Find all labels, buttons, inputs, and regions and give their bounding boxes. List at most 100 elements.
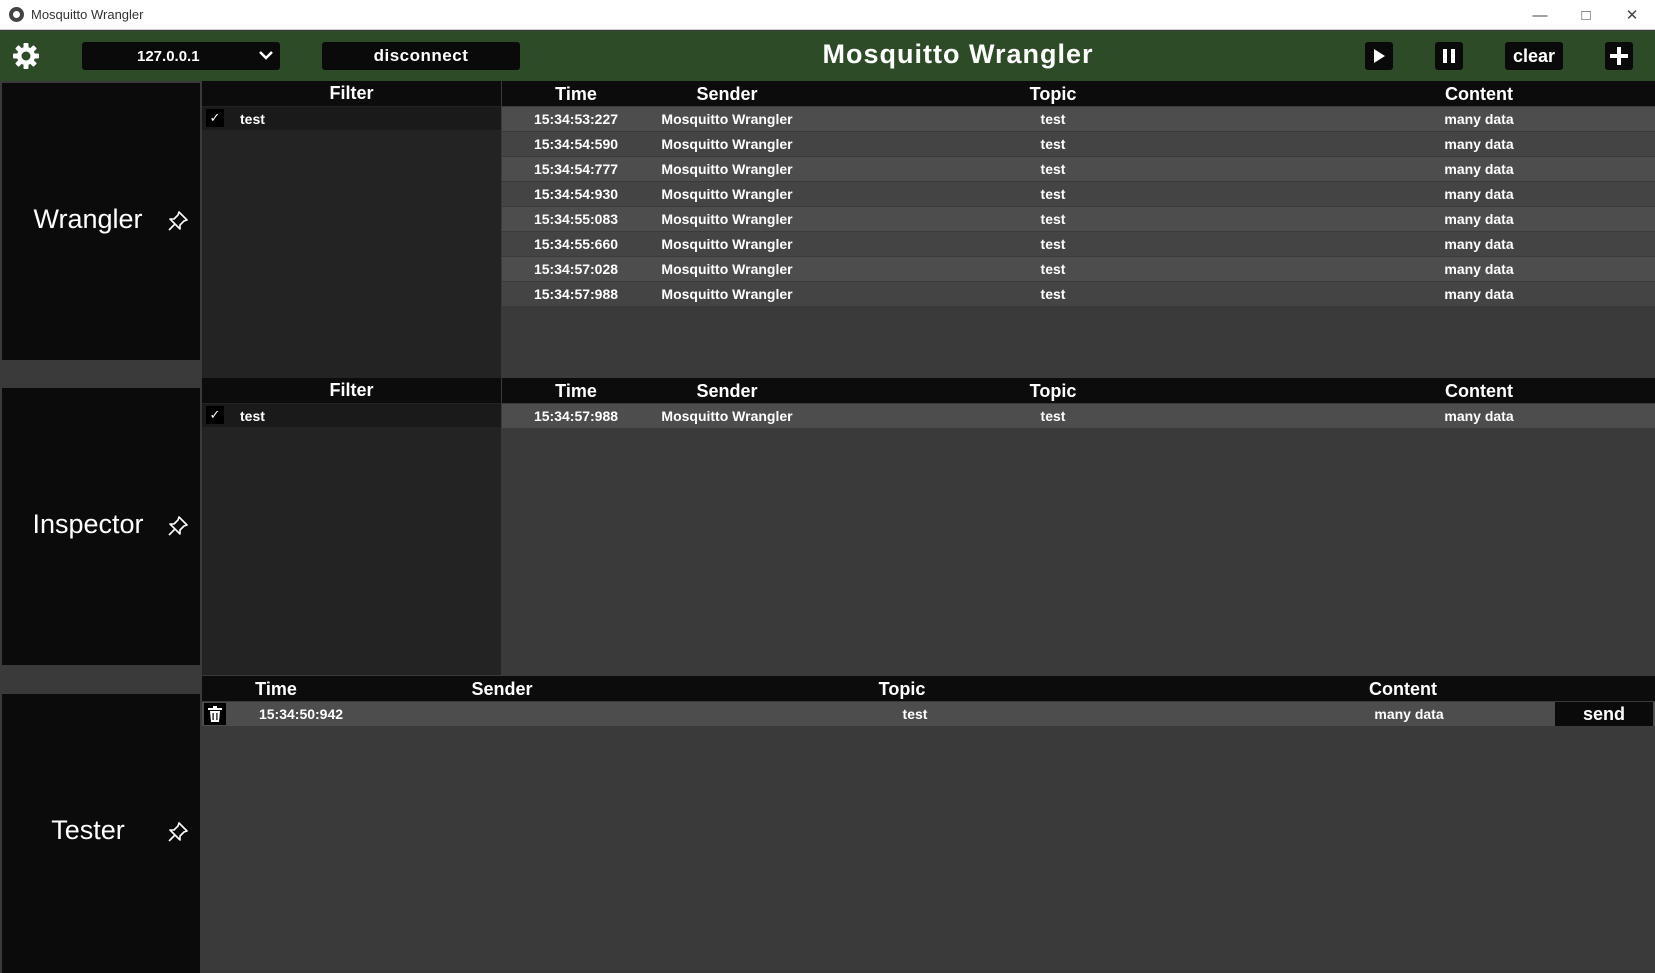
cell-sender: Mosquitto Wrangler bbox=[661, 261, 793, 277]
column-header-topic[interactable]: Topic bbox=[1030, 84, 1077, 105]
pin-icon[interactable] bbox=[167, 821, 189, 843]
cell-sender: Mosquitto Wrangler bbox=[661, 136, 793, 152]
side-tab-tester[interactable]: Tester bbox=[2, 694, 200, 973]
cell-content: many data bbox=[1444, 161, 1514, 177]
table-row[interactable]: 15:34:53:227 Mosquitto Wrangler test man… bbox=[502, 107, 1655, 131]
chevron-down-icon bbox=[259, 51, 273, 60]
column-header-time: Time bbox=[255, 679, 297, 699]
filter-name: test bbox=[240, 408, 265, 424]
table-row[interactable]: 15:34:57:988 Mosquitto Wrangler test man… bbox=[502, 404, 1655, 428]
column-header-topic: Topic bbox=[878, 679, 926, 699]
page-title: Mosquitto Wrangler bbox=[822, 39, 1094, 69]
cell-content: many data bbox=[1444, 286, 1514, 302]
cell-content: many data bbox=[1444, 111, 1514, 127]
cell-topic: test bbox=[1040, 261, 1066, 277]
pin-icon[interactable] bbox=[167, 515, 189, 537]
play-icon bbox=[1374, 49, 1385, 63]
side-tab-label: Wrangler bbox=[33, 204, 143, 234]
side-tab-label: Tester bbox=[51, 815, 125, 845]
filter-item[interactable]: ✓ test bbox=[202, 107, 501, 130]
close-icon[interactable]: ✕ bbox=[1609, 0, 1655, 30]
cell-time: 15:34:53:227 bbox=[533, 111, 619, 127]
cell-topic: test bbox=[1040, 211, 1066, 227]
cell-time: 15:34:57:988 bbox=[533, 286, 619, 302]
side-tab-label: Inspector bbox=[32, 509, 144, 539]
window-titlebar: Mosquitto Wrangler — □ ✕ bbox=[0, 0, 1655, 30]
tester-panel: Time Sender Topic Content 15:34:50:942 t… bbox=[202, 676, 1655, 973]
table-row[interactable]: 15:34:57:988 Mosquitto Wrangler test man… bbox=[502, 282, 1655, 306]
tester-table-header: Time Sender Topic Content bbox=[202, 676, 1655, 701]
cell-content: many data bbox=[1444, 136, 1514, 152]
table-row[interactable]: 15:34:55:083 Mosquitto Wrangler test man… bbox=[502, 207, 1655, 231]
cell-time: 15:34:54:777 bbox=[533, 161, 619, 177]
tester-topic-field[interactable]: test bbox=[903, 706, 928, 722]
column-header-content[interactable]: Content bbox=[1445, 381, 1513, 402]
add-button[interactable] bbox=[1605, 42, 1633, 70]
cell-topic: test bbox=[1040, 286, 1066, 302]
cell-sender: Mosquitto Wrangler bbox=[661, 286, 793, 302]
filter-header: Filter bbox=[202, 81, 501, 106]
side-tab-wrangler[interactable]: Wrangler bbox=[2, 83, 200, 360]
cell-content: many data bbox=[1444, 261, 1514, 277]
play-button[interactable] bbox=[1365, 42, 1393, 70]
side-tab-inspector[interactable]: Inspector bbox=[2, 388, 200, 665]
filter-checkbox[interactable]: ✓ bbox=[206, 109, 224, 127]
cell-time: 15:34:54:930 bbox=[533, 186, 619, 202]
app-logo-icon bbox=[9, 7, 24, 22]
pin-icon[interactable] bbox=[167, 210, 189, 232]
filter-checkbox[interactable]: ✓ bbox=[206, 406, 224, 424]
broker-address-value: 127.0.0.1 bbox=[137, 48, 200, 65]
table-row[interactable]: 15:34:54:930 Mosquitto Wrangler test man… bbox=[502, 182, 1655, 206]
cell-topic: test bbox=[1040, 186, 1066, 202]
column-header-time[interactable]: Time bbox=[555, 381, 597, 402]
table-row[interactable]: 15:34:57:028 Mosquitto Wrangler test man… bbox=[502, 257, 1655, 281]
tester-time-field[interactable]: 15:34:50:942 bbox=[259, 706, 343, 722]
column-header-topic[interactable]: Topic bbox=[1030, 381, 1077, 402]
wrangler-message-panel: Time Sender Topic Content 15:34:53:227 M… bbox=[502, 81, 1655, 378]
cell-time: 15:34:55:660 bbox=[533, 236, 619, 252]
message-table-header: Time Sender Topic Content bbox=[502, 81, 1655, 106]
wrangler-filter-panel: Filter ✓ test bbox=[202, 81, 501, 378]
cell-sender: Mosquitto Wrangler bbox=[661, 161, 793, 177]
table-row[interactable]: 15:34:54:777 Mosquitto Wrangler test man… bbox=[502, 157, 1655, 181]
toolbar: 127.0.0.1 disconnect Mosquitto Wrangler … bbox=[0, 31, 1655, 81]
broker-address-select[interactable]: 127.0.0.1 bbox=[82, 42, 280, 70]
cell-sender: Mosquitto Wrangler bbox=[661, 236, 793, 252]
cell-topic: test bbox=[1040, 136, 1066, 152]
maximize-icon[interactable]: □ bbox=[1563, 0, 1609, 30]
tester-content-field[interactable]: many data bbox=[1374, 706, 1443, 722]
cell-topic: test bbox=[1040, 111, 1066, 127]
column-header-sender[interactable]: Sender bbox=[696, 381, 757, 402]
column-header-content: Content bbox=[1369, 679, 1437, 699]
plus-icon bbox=[1610, 47, 1628, 65]
filter-item[interactable]: ✓ test bbox=[202, 404, 501, 427]
window-title: Mosquitto Wrangler bbox=[31, 7, 144, 22]
cell-time: 15:34:57:028 bbox=[533, 261, 619, 277]
inspector-message-panel: Time Sender Topic Content 15:34:57:988 M… bbox=[502, 378, 1655, 675]
filter-name: test bbox=[240, 111, 265, 127]
cell-content: many data bbox=[1444, 236, 1514, 252]
cell-time: 15:34:54:590 bbox=[533, 136, 619, 152]
cell-content: many data bbox=[1444, 408, 1514, 424]
tester-row: 15:34:50:942 test many data send bbox=[202, 702, 1655, 726]
table-row[interactable]: 15:34:55:660 Mosquitto Wrangler test man… bbox=[502, 232, 1655, 256]
column-header-time[interactable]: Time bbox=[555, 84, 597, 105]
column-header-sender: Sender bbox=[471, 679, 533, 699]
disconnect-button[interactable]: disconnect bbox=[322, 42, 520, 70]
send-button[interactable]: send bbox=[1555, 702, 1653, 726]
cell-time: 15:34:55:083 bbox=[533, 211, 619, 227]
cell-topic: test bbox=[1040, 161, 1066, 177]
column-header-content[interactable]: Content bbox=[1445, 84, 1513, 105]
gear-icon[interactable] bbox=[12, 42, 40, 70]
cell-content: many data bbox=[1444, 211, 1514, 227]
delete-button[interactable] bbox=[204, 703, 226, 725]
table-row[interactable]: 15:34:54:590 Mosquitto Wrangler test man… bbox=[502, 132, 1655, 156]
pause-button[interactable] bbox=[1435, 42, 1463, 70]
column-header-sender[interactable]: Sender bbox=[696, 84, 757, 105]
cell-topic: test bbox=[1040, 236, 1066, 252]
cell-sender: Mosquitto Wrangler bbox=[661, 111, 793, 127]
clear-button[interactable]: clear bbox=[1505, 42, 1563, 70]
cell-sender: Mosquitto Wrangler bbox=[661, 186, 793, 202]
minimize-icon[interactable]: — bbox=[1517, 0, 1563, 30]
cell-sender: Mosquitto Wrangler bbox=[661, 211, 793, 227]
